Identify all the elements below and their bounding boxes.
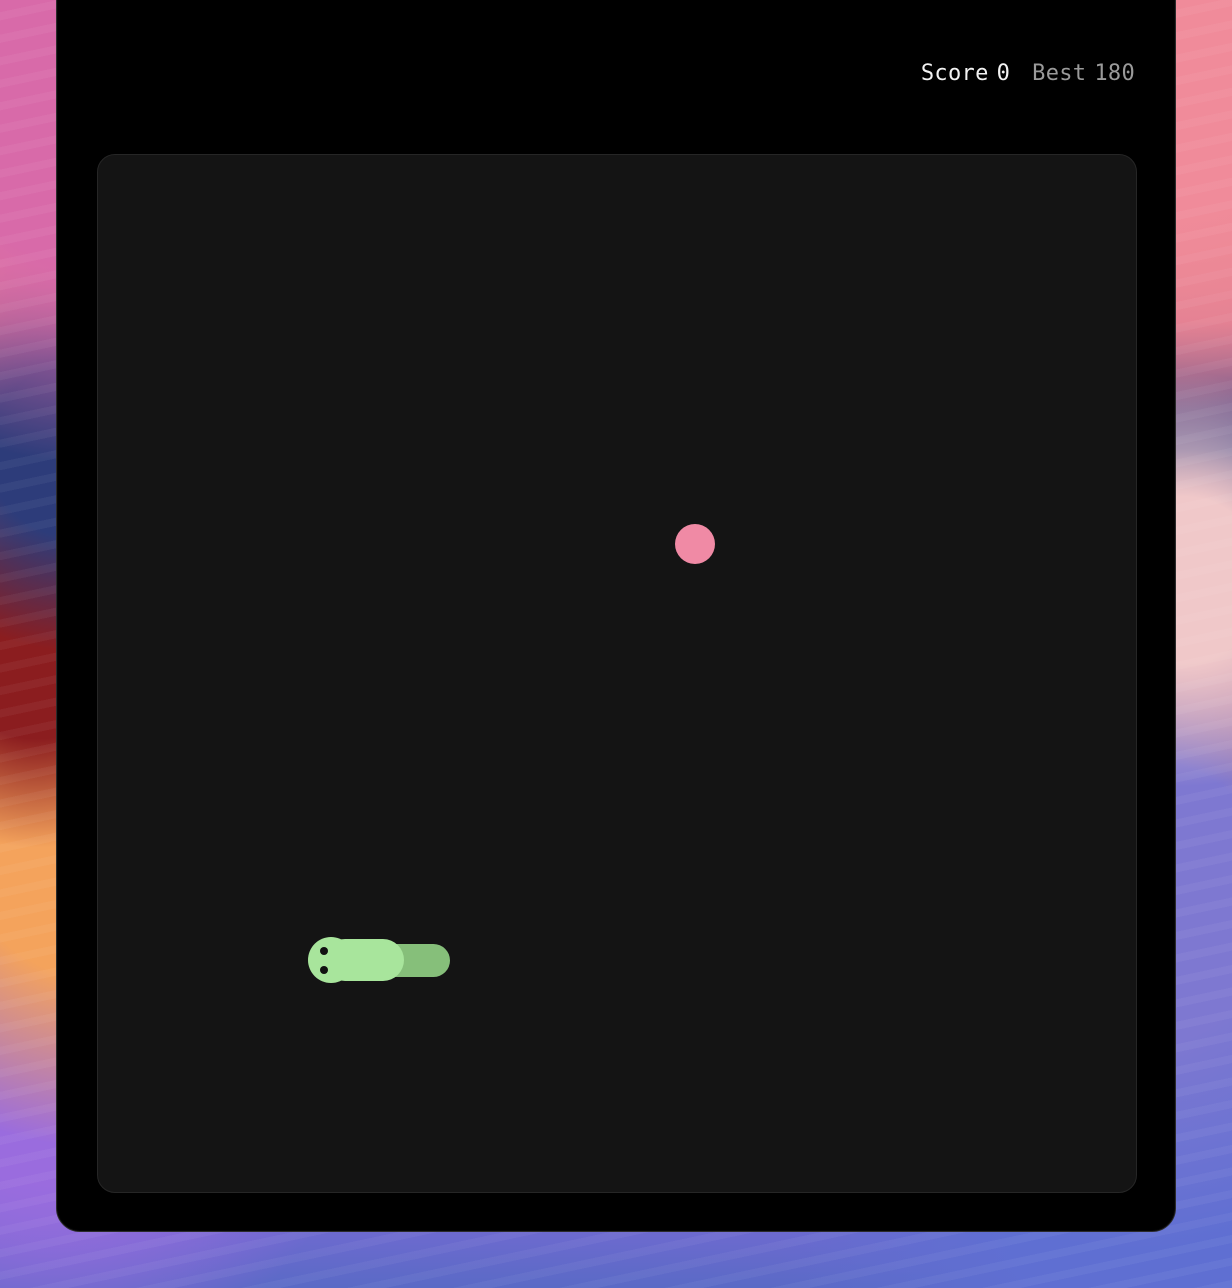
snake-head bbox=[308, 937, 354, 983]
game-board[interactable] bbox=[97, 154, 1137, 1193]
game-window: Score 0 Best 180 bbox=[56, 0, 1176, 1232]
current-score: Score 0 bbox=[921, 61, 1010, 86]
best-score: Best 180 bbox=[1032, 61, 1135, 86]
score-label: Score bbox=[920, 61, 989, 86]
food-dot-icon bbox=[675, 524, 715, 564]
best-label: Best bbox=[1032, 61, 1087, 86]
scoreboard: Score 0 Best 180 bbox=[921, 61, 1135, 86]
game-header: Score 0 Best 180 bbox=[57, 1, 1175, 129]
snake-eye-icon bbox=[320, 947, 328, 955]
score-value: 0 bbox=[996, 61, 1011, 86]
snake-eye-icon bbox=[320, 966, 328, 974]
best-value: 180 bbox=[1094, 61, 1135, 86]
